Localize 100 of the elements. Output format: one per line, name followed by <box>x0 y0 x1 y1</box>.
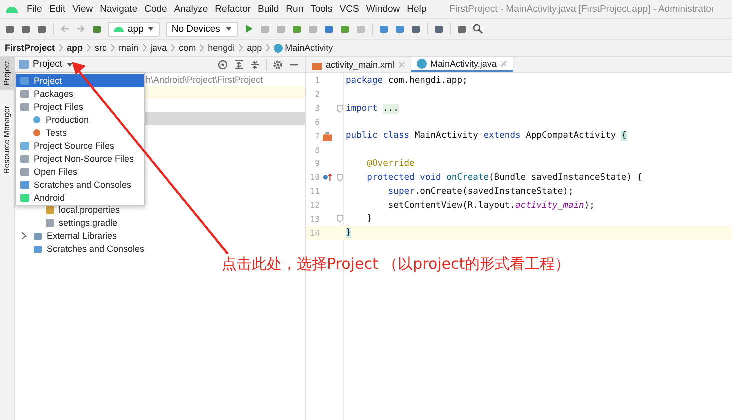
menu-item[interactable]: Scratches and Consoles <box>16 178 144 191</box>
layout-file-icon[interactable] <box>322 132 332 141</box>
tree-item[interactable]: External Libraries <box>47 230 118 240</box>
project-icon <box>20 76 30 86</box>
class-icon <box>274 44 284 52</box>
production-icon <box>32 114 42 124</box>
expand-all-icon[interactable] <box>234 60 244 70</box>
breadcrumb-item[interactable]: app <box>247 43 262 53</box>
run-icon[interactable] <box>244 24 254 34</box>
close-icon[interactable] <box>500 60 507 66</box>
code-line: public class MainActivity extends AppCompatActivity { <box>346 131 627 142</box>
override-marker-icon[interactable] <box>322 173 332 182</box>
chevron-icon <box>59 44 64 52</box>
line-number: 14 <box>309 228 320 238</box>
line-number: 13 <box>309 214 320 224</box>
editor-tab[interactable]: activity_main.xml <box>306 57 411 72</box>
line-number: 12 <box>309 201 320 210</box>
breadcrumb-item[interactable]: hengdi <box>208 43 236 53</box>
folder-icon <box>20 154 30 164</box>
breadcrumb-item[interactable]: src <box>95 43 108 53</box>
menu-item[interactable]: Project <box>16 74 144 87</box>
device-dropdown[interactable]: No Devices <box>166 22 238 36</box>
menu-item[interactable]: Edit <box>49 4 66 14</box>
breadcrumb-item[interactable]: FirstProject <box>5 43 56 53</box>
editor-tab[interactable]: MainActivity.java <box>410 57 513 72</box>
menu-item[interactable]: Tools <box>310 4 333 14</box>
settings-icon[interactable] <box>273 60 283 70</box>
chevron-icon <box>142 44 147 52</box>
locate-icon[interactable] <box>218 60 228 70</box>
menu-item[interactable]: Code <box>144 4 168 14</box>
source-icon <box>20 140 30 150</box>
breadcrumb-item[interactable]: main <box>119 43 139 53</box>
caret-icon <box>226 27 232 31</box>
line-number: 8 <box>314 146 320 155</box>
menu-item[interactable]: Navigate <box>100 4 138 14</box>
line-number: 11 <box>309 187 320 196</box>
tree-item[interactable]: Scratches and Consoles <box>47 244 145 254</box>
menu-item[interactable]: Project Non-Source Files <box>16 152 144 165</box>
code-line: protected void onCreate(Bundle savedInstanceState) { <box>366 172 643 183</box>
annotation-text: 点击此处，选择Project （以project的形式看工程） <box>222 255 570 274</box>
line-number: 1 <box>314 76 320 86</box>
code-line: package com.hengdi.app; <box>346 76 468 86</box>
menu-item[interactable]: Refactor <box>215 4 252 14</box>
menu-item[interactable]: Help <box>407 4 427 14</box>
android-icon <box>20 192 30 202</box>
menu-item[interactable]: Analyze <box>174 4 208 14</box>
menu-item[interactable]: Tests <box>16 126 144 139</box>
menu-item[interactable]: VCS <box>340 4 360 14</box>
tests-icon <box>32 128 42 138</box>
chevron-icon <box>171 44 176 52</box>
line-number: 7 <box>314 132 320 141</box>
fold-marker-icon[interactable] <box>337 174 343 182</box>
menu-item[interactable]: Production <box>16 113 144 126</box>
code-line: @Override <box>366 158 415 169</box>
view-selector-dropdown[interactable]: Project <box>19 59 73 70</box>
project-path: h\Android\Project\FirstProject <box>146 74 264 84</box>
menu-item[interactable]: Run <box>286 4 304 14</box>
menu-item[interactable]: Project Source Files <box>16 139 144 152</box>
window-title: FirstProject - MainActivity.java [FirstProject.app] - Administrator <box>450 4 715 14</box>
tree-item[interactable]: local.properties <box>59 204 120 214</box>
chevron-icon <box>266 44 270 52</box>
library-icon <box>33 230 43 240</box>
chevron-icon <box>87 44 92 52</box>
window-icon <box>19 60 29 69</box>
code-line: setContentView(R.layout.activity_main); <box>387 200 595 211</box>
side-tab[interactable]: Project <box>0 57 14 90</box>
breadcrumb-item[interactable]: MainActivity <box>285 43 334 53</box>
chevron-icon <box>111 44 116 52</box>
gradle-file-icon <box>45 218 55 228</box>
scratch-icon <box>33 244 43 254</box>
breadcrumb-item[interactable]: com <box>179 43 196 53</box>
menu-item[interactable]: Build <box>258 4 280 14</box>
menu-item[interactable]: View <box>72 4 94 14</box>
file-icon <box>20 166 30 176</box>
code-line: } <box>366 214 372 224</box>
run-configuration-dropdown[interactable]: app <box>108 22 160 36</box>
collapse-all-icon[interactable] <box>250 60 260 70</box>
breadcrumb-item[interactable]: app <box>67 43 84 53</box>
menu-item[interactable]: File <box>27 4 42 14</box>
fold-marker-icon[interactable] <box>337 215 343 224</box>
line-number: 9 <box>314 159 320 168</box>
class-icon <box>416 58 427 68</box>
search-icon[interactable] <box>472 24 483 34</box>
tree-item[interactable]: settings.gradle <box>59 218 118 228</box>
menu-item[interactable]: Open Files <box>16 165 144 178</box>
android-logo-icon <box>5 5 19 13</box>
menu-item[interactable]: Window <box>366 4 400 14</box>
line-number: 6 <box>314 118 320 127</box>
android-icon <box>114 26 124 32</box>
menu-item[interactable]: Android <box>16 191 144 204</box>
caret-icon <box>148 27 154 31</box>
menu-item[interactable]: Project Files <box>16 100 144 113</box>
code-line: import ... <box>346 104 399 114</box>
chevron-icon <box>239 44 244 52</box>
menu-item[interactable]: Packages <box>16 87 144 100</box>
side-tab[interactable]: Resource Manager <box>0 102 14 178</box>
breadcrumb-item[interactable]: java <box>150 43 168 53</box>
line-number: 3 <box>314 104 320 114</box>
scratch-icon <box>20 180 30 190</box>
fold-marker-icon[interactable] <box>337 104 343 113</box>
